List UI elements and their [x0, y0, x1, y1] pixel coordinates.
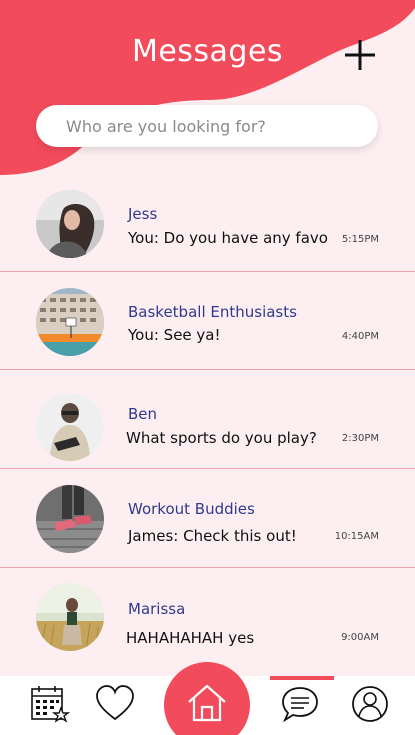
conversation-list: Jess You: Do you have any favo 5:15PM Ba…	[0, 174, 415, 676]
avatar	[36, 485, 104, 553]
search-bar	[36, 105, 378, 147]
conversation-item-ben[interactable]: Ben What sports do you play? 2:30PM	[0, 371, 415, 469]
profile-icon	[352, 686, 388, 722]
conversation-preview: HAHAHAHAH yes	[126, 629, 255, 647]
header-background	[0, 0, 415, 175]
conversation-name: Ben	[128, 405, 158, 423]
conversation-preview: What sports do you play?	[126, 429, 317, 447]
nav-messages[interactable]	[280, 684, 320, 724]
conversation-time: 4:40PM	[341, 331, 379, 342]
avatar	[36, 190, 104, 258]
conversation-time: 5:15PM	[341, 234, 379, 245]
avatar	[36, 393, 104, 461]
avatar	[36, 288, 104, 356]
calendar-icon	[31, 686, 70, 723]
add-message-button[interactable]	[343, 38, 377, 72]
home-icon	[188, 684, 226, 722]
conversation-preview: James: Check this out!	[128, 527, 297, 545]
conversation-name: Marissa	[128, 600, 186, 618]
basketball-court-photo	[36, 288, 104, 356]
avatar	[36, 583, 104, 651]
conversation-name: Jess	[128, 205, 158, 223]
conversation-preview: You: Do you have any favo	[128, 229, 328, 247]
woman-in-field-photo	[36, 583, 104, 651]
chat-icon	[282, 687, 318, 723]
conversation-time: 2:30PM	[341, 433, 379, 444]
active-tab-indicator	[270, 676, 334, 680]
conversation-item-marissa[interactable]: Marissa HAHAHAHAH yes 9:00AM	[0, 569, 415, 667]
conversation-time: 9:00AM	[341, 632, 379, 643]
conversation-item-workout-buddies[interactable]: Workout Buddies James: Check this out! 1…	[0, 470, 415, 568]
conversation-item-jess[interactable]: Jess You: Do you have any favo 5:15PM	[0, 174, 415, 272]
conversation-item-basketball-enthusiasts[interactable]: Basketball Enthusiasts You: See ya! 4:40…	[0, 272, 415, 370]
plus-icon	[345, 40, 375, 70]
woman-profile-photo	[36, 190, 104, 258]
conversation-name: Basketball Enthusiasts	[128, 303, 297, 321]
nav-calendar[interactable]	[30, 684, 70, 724]
man-profile-photo	[36, 393, 104, 461]
search-input[interactable]	[36, 105, 378, 147]
conversation-preview: You: See ya!	[128, 326, 221, 344]
conversation-name: Workout Buddies	[128, 500, 255, 518]
nav-favorites[interactable]	[95, 684, 135, 724]
conversation-time: 10:15AM	[334, 531, 379, 542]
running-shoes-photo	[36, 485, 104, 553]
nav-profile[interactable]	[350, 684, 390, 724]
heart-icon	[96, 685, 134, 721]
